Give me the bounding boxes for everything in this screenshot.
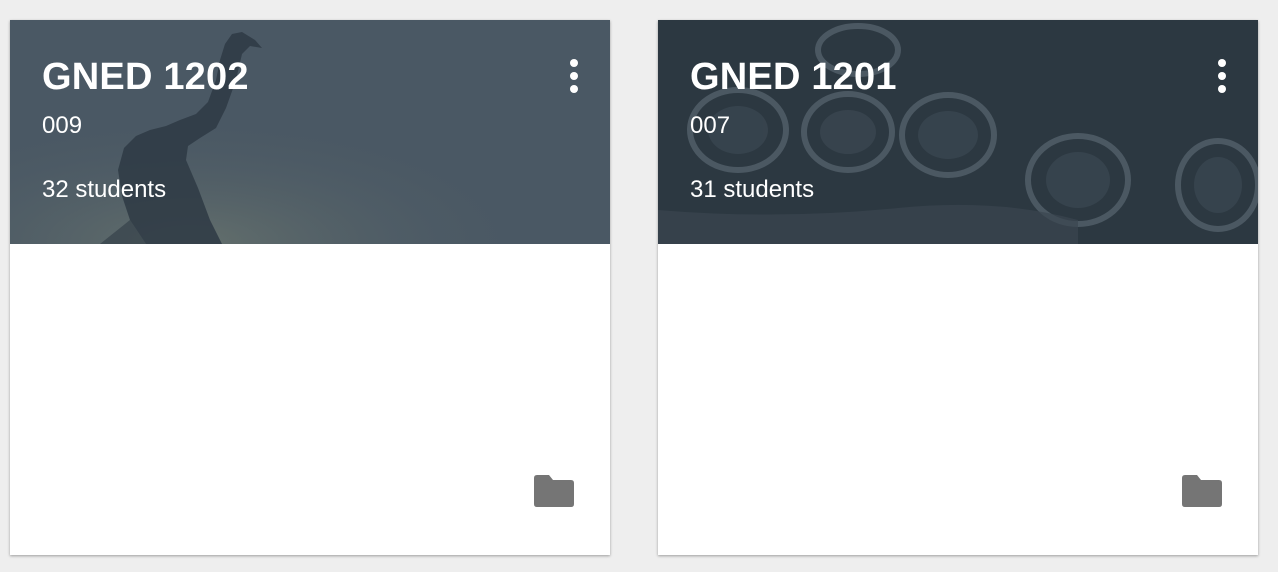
class-card-banner[interactable]: GNED 1202 009 32 students xyxy=(10,20,610,244)
class-card[interactable]: GNED 1201 007 31 students xyxy=(658,20,1258,555)
class-section: 009 xyxy=(42,112,83,139)
student-count: 31 students xyxy=(690,176,815,203)
student-count: 32 students xyxy=(42,176,167,203)
class-title[interactable]: GNED 1201 xyxy=(690,56,897,99)
more-vert-icon[interactable] xyxy=(1210,56,1234,96)
class-card[interactable]: GNED 1202 009 32 students xyxy=(10,20,610,555)
more-vert-icon[interactable] xyxy=(562,56,586,96)
folder-icon[interactable] xyxy=(1182,475,1222,507)
folder-icon[interactable] xyxy=(534,475,574,507)
class-title[interactable]: GNED 1202 xyxy=(42,56,249,99)
class-card-banner[interactable]: GNED 1201 007 31 students xyxy=(658,20,1258,244)
clarinet-keys-banner-image xyxy=(658,20,1258,244)
class-section: 007 xyxy=(690,112,731,139)
dancer-banner-image xyxy=(10,20,610,244)
